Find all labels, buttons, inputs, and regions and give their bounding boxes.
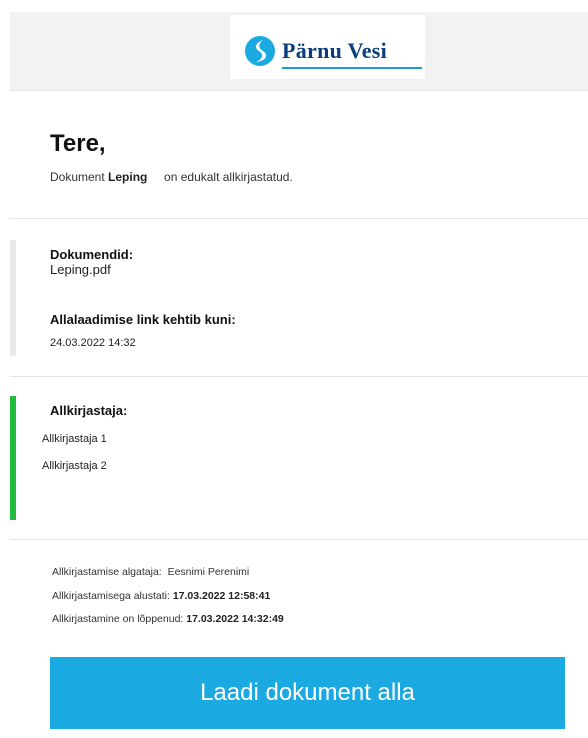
brand-underline xyxy=(282,67,422,69)
started-label: Allkirjastamisega alustati: xyxy=(52,590,170,602)
initiator-label: Allkirjastamise algataja: xyxy=(52,566,162,578)
documents-label: Dokumendid: xyxy=(50,247,134,262)
brand-logo: Pärnu Vesi xyxy=(230,15,425,79)
signer-item: Allkirjastaja 2 xyxy=(42,460,107,472)
divider xyxy=(10,376,588,377)
greeting-text: Dokument Leping on edukalt allkirjastatu… xyxy=(50,170,293,184)
greeting-title: Tere, xyxy=(50,130,106,157)
expiry-value: 24.03.2022 14:32 xyxy=(50,337,136,349)
signers-accent-bar xyxy=(10,396,16,520)
initiator-value: Eesnimi Perenimi xyxy=(167,566,250,578)
initiator-row: Allkirjastamise algataja: Eesnimi Pereni… xyxy=(52,566,249,578)
email-header: Pärnu Vesi xyxy=(10,12,588,90)
greeting-suffix: on edukalt allkirjastatud. xyxy=(164,170,293,184)
signer-item: Allkirjastaja 1 xyxy=(42,433,107,445)
brand-name: Pärnu Vesi xyxy=(282,38,388,63)
download-document-button[interactable]: Laadi dokument alla xyxy=(50,657,565,729)
started-row: Allkirjastamisega alustati: 17.03.2022 1… xyxy=(52,590,270,602)
signers-label: Allkirjastaja: xyxy=(50,403,128,418)
started-value: 17.03.2022 12:58:41 xyxy=(172,590,271,602)
document-name: Leping xyxy=(108,170,148,184)
ended-row: Allkirjastamine on lõppenud: 17.03.2022 … xyxy=(52,613,284,625)
document-file-name: Leping.pdf xyxy=(50,262,111,277)
divider xyxy=(10,90,588,91)
divider xyxy=(10,218,588,219)
greeting-prefix: Dokument xyxy=(50,170,105,184)
section-accent-bar xyxy=(10,240,16,356)
water-drop-icon xyxy=(245,36,275,66)
ended-value: 17.03.2022 14:32:49 xyxy=(186,613,284,625)
expiry-label: Allalaadimise link kehtib kuni: xyxy=(50,312,236,327)
divider xyxy=(10,539,588,540)
ended-label: Allkirjastamine on lõppenud: xyxy=(52,613,184,625)
